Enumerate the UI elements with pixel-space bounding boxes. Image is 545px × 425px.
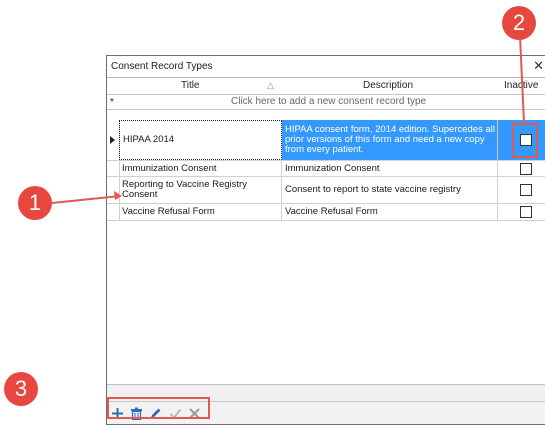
cell-inactive (498, 204, 545, 220)
new-row-hint[interactable]: Click here to add a new consent record t… (231, 96, 426, 107)
callout-3: 3 (4, 372, 38, 406)
cell-inactive (498, 177, 545, 203)
grid-header: Title △ Description Inactive (107, 78, 545, 95)
cell-title[interactable]: Immunization Consent (119, 161, 282, 176)
cell-description[interactable]: HIPAA consent form, 2014 edition. Superc… (282, 120, 498, 160)
callout-2: 2 (502, 6, 536, 40)
column-header-inactive[interactable]: Inactive (504, 80, 538, 91)
table-row[interactable]: Vaccine Refusal Form Vaccine Refusal For… (107, 204, 545, 221)
table-row[interactable]: HIPAA 2014 HIPAA consent form, 2014 edit… (107, 120, 545, 161)
window-title: Consent Record Types (111, 61, 213, 72)
inactive-checkbox[interactable] (520, 206, 532, 218)
cell-description[interactable]: Vaccine Refusal Form (282, 204, 498, 220)
cell-description[interactable]: Consent to report to state vaccine regis… (282, 177, 498, 203)
window-titlebar: Consent Record Types ✕ (107, 56, 545, 78)
inactive-checkbox-highlight (512, 123, 538, 158)
cell-title[interactable]: Reporting to Vaccine Registry Consent (119, 177, 282, 203)
new-row-marker: * (110, 97, 114, 108)
consent-record-types-window: Consent Record Types ✕ Title △ Descripti… (106, 55, 545, 425)
table-row[interactable]: Immunization Consent Immunization Consen… (107, 161, 545, 177)
callout-1: 1 (18, 186, 52, 220)
cell-title[interactable]: HIPAA 2014 (119, 120, 282, 160)
sort-ascending-icon: △ (267, 80, 274, 90)
toolbar-highlight (107, 397, 210, 419)
cell-description[interactable]: Immunization Consent (282, 161, 498, 176)
inactive-checkbox[interactable] (520, 162, 532, 175)
cell-inactive (498, 161, 545, 176)
new-row[interactable]: * Click here to add a new consent record… (107, 95, 545, 110)
current-row-arrow-icon (110, 136, 115, 144)
column-header-title[interactable]: Title (181, 80, 200, 91)
column-header-description[interactable]: Description (363, 80, 413, 91)
table-row[interactable]: Reporting to Vaccine Registry Consent Co… (107, 177, 545, 204)
close-icon[interactable]: ✕ (533, 58, 544, 74)
cell-title[interactable]: Vaccine Refusal Form (119, 204, 282, 220)
inactive-checkbox[interactable] (520, 184, 532, 196)
